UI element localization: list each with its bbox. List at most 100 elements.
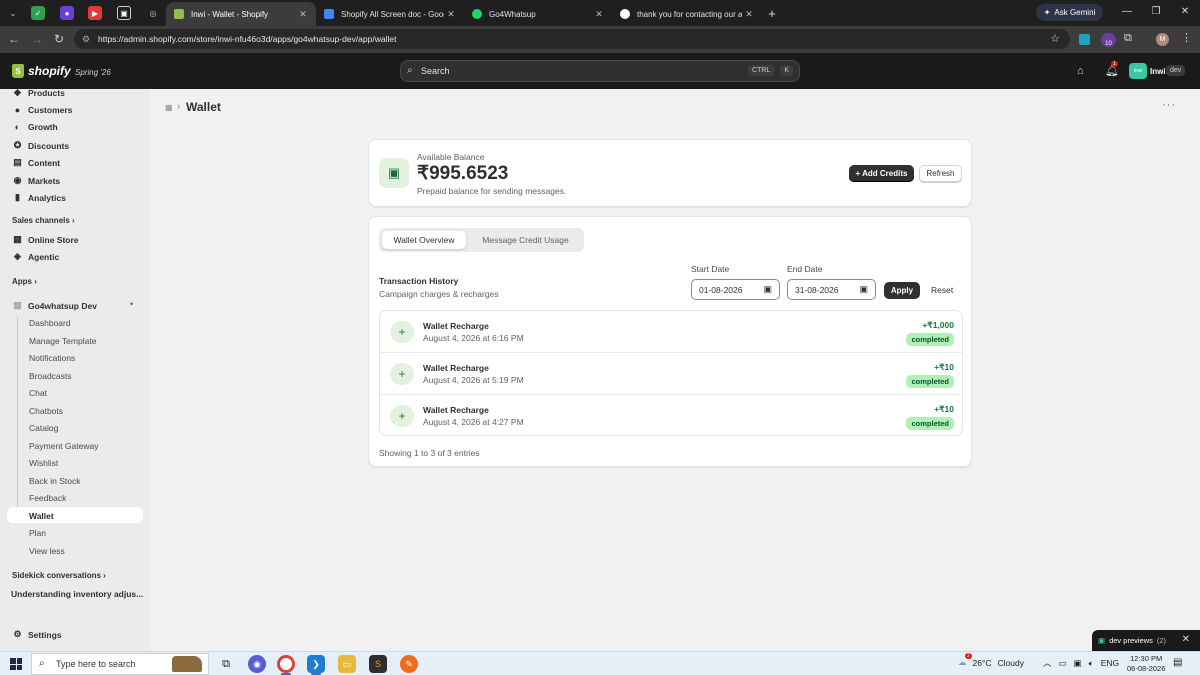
refresh-button[interactable]: Refresh <box>919 165 962 182</box>
add-credits-button[interactable]: + Add Credits <box>849 165 914 182</box>
sidebar-item-payment-gateway[interactable]: Payment Gateway <box>29 441 98 451</box>
tab-google-doc[interactable]: Shopify All Screen doc - Google ✕ <box>316 2 464 26</box>
close-icon[interactable]: ✕ <box>1182 634 1190 645</box>
pinned-tab-purple-icon[interactable]: ● <box>60 6 74 20</box>
sidekick-heading[interactable]: Sidekick conversations › <box>12 571 106 580</box>
windows-start-icon[interactable] <box>10 658 22 670</box>
taskbar-clock[interactable]: 12:30 PM 06-08-2026 <box>1127 654 1165 674</box>
pinned-tab-square-icon[interactable]: ▣ <box>117 6 131 20</box>
dev-previews-bar[interactable]: ▣ dev previews (2) ✕ <box>1092 630 1200 651</box>
end-date-field[interactable]: 31-08-2026 ▣ <box>787 279 876 300</box>
pinned-tab-youtube-icon[interactable]: ▶ <box>88 6 102 20</box>
extension-badge-icon[interactable]: 10 <box>1101 33 1116 47</box>
restore-window-icon[interactable]: ❐ <box>1149 6 1163 17</box>
extension-blue-icon[interactable] <box>1079 34 1090 45</box>
app-sublime-icon[interactable]: S <box>369 655 387 673</box>
sidebar-item-notifications[interactable]: Notifications <box>29 353 75 363</box>
sidebar-item-wallet[interactable]: Wallet <box>29 511 54 521</box>
apps-heading[interactable]: Apps › <box>12 277 37 286</box>
start-date-field[interactable]: 01-08-2026 ▣ <box>691 279 780 300</box>
tray-speaker-icon[interactable]: 🔈︎ <box>1089 658 1094 669</box>
site-info-icon[interactable]: ⚙ <box>82 34 90 44</box>
store-name[interactable]: Inwi <box>1150 67 1166 76</box>
close-tab-icon[interactable]: ✕ <box>742 9 756 20</box>
extensions-puzzle-icon[interactable]: ⧉ <box>1124 32 1132 45</box>
task-view-icon[interactable]: ⧉ <box>217 655 235 673</box>
gear-icon: ⚙ <box>13 629 22 639</box>
pinned-tab-globe-icon[interactable]: ◎ <box>146 6 160 20</box>
sidebar-item-analytics[interactable]: ▮ Analytics <box>12 192 66 203</box>
sidebar-item-view-less[interactable]: View less <box>29 546 65 556</box>
pinned-tab-check-icon[interactable]: ✓ <box>31 6 45 20</box>
sidebar-item-settings[interactable]: ⚙ Settings <box>12 629 61 640</box>
sidebar-item-online-store[interactable]: ▦ Online Store <box>12 234 78 245</box>
app-breadcrumb-icon[interactable]: ▦ <box>165 103 173 112</box>
new-tab-button[interactable]: + <box>765 6 779 21</box>
sidebar-item-chat[interactable]: Chat <box>29 388 47 398</box>
sidebar-item-growth[interactable]: ◐ Growth <box>12 122 58 132</box>
apply-button[interactable]: Apply <box>884 282 920 299</box>
sidebar-item-customers[interactable]: ● Customers <box>12 105 73 115</box>
more-actions-icon[interactable]: ··· <box>1162 99 1176 111</box>
person-icon: ● <box>14 105 21 115</box>
ask-gemini-button[interactable]: ✦ Ask Gemini <box>1036 4 1103 21</box>
active-item-highlight <box>7 507 143 523</box>
search-input[interactable]: ⌕ Search CTRL K <box>400 60 800 82</box>
app-chrome-icon[interactable] <box>277 655 295 673</box>
tab-wallet-overview[interactable]: Wallet Overview <box>382 231 466 249</box>
close-tab-icon[interactable]: ✕ <box>592 9 606 20</box>
calendar-icon[interactable]: ▣ <box>859 284 868 295</box>
store-avatar[interactable]: inwi <box>1129 63 1147 79</box>
calendar-icon[interactable]: ▣ <box>763 284 772 295</box>
tray-network-icon[interactable]: ▣ <box>1074 658 1082 669</box>
sidekick-conversation-item[interactable]: Understanding inventory adjus... <box>11 589 143 599</box>
tray-language[interactable]: ENG <box>1101 658 1119 668</box>
close-tab-icon[interactable]: ✕ <box>296 9 310 20</box>
profile-avatar[interactable]: M <box>1156 33 1169 46</box>
address-bar[interactable]: ⚙ https://admin.shopify.com/store/inwi-n… <box>74 29 1070 49</box>
sidebar-item-plan[interactable]: Plan <box>29 528 46 538</box>
sidebar-item-catalog[interactable]: Catalog <box>29 423 58 433</box>
forward-arrow-icon[interactable]: → <box>30 32 44 46</box>
sidebar-item-chatbots[interactable]: Chatbots <box>29 406 63 416</box>
reset-button[interactable]: Reset <box>931 285 953 295</box>
chrome-menu-icon[interactable]: ⋮ <box>1181 31 1192 44</box>
reload-icon[interactable]: ↻ <box>52 32 66 46</box>
sidebar-item-go4whatsup-dev[interactable]: ▦ Go4whatsup Dev <box>12 300 97 311</box>
tray-chevron-up-icon[interactable]: ︿ <box>1043 657 1052 669</box>
sidebar-item-dashboard[interactable]: Dashboard <box>29 318 71 328</box>
tab-message-credit-usage[interactable]: Message Credit Usage <box>470 231 581 249</box>
sidebar-item-products[interactable]: ◆ Products <box>12 87 65 98</box>
tab-search-chevron-icon[interactable]: ⌄ <box>6 6 20 20</box>
minimize-window-icon[interactable]: — <box>1120 6 1134 17</box>
tray-battery-icon[interactable]: ▭ <box>1059 658 1067 669</box>
app-postman-icon[interactable]: ✎ <box>400 655 418 673</box>
app-vscode-icon[interactable]: ❯ <box>307 655 325 673</box>
close-tab-icon[interactable]: ✕ <box>444 9 458 20</box>
shopify-logo[interactable]: S shopify <box>12 64 71 78</box>
tab-wallet-shopify[interactable]: Inwi - Wallet - Shopify ✕ <box>166 2 316 26</box>
notification-center-icon[interactable]: ▤ <box>1173 657 1182 668</box>
sidebar-item-manage-template[interactable]: Manage Template <box>29 336 96 346</box>
tab-go4whatsup[interactable]: Go4Whatsup ✕ <box>464 2 612 26</box>
sales-channels-heading[interactable]: Sales channels › <box>12 216 75 225</box>
sidebar-item-agentic[interactable]: ◈ Agentic <box>12 251 59 262</box>
sidebar-item-broadcasts[interactable]: Broadcasts <box>29 371 72 381</box>
bookmark-star-icon[interactable]: ☆ <box>1050 32 1060 45</box>
inbox-icon[interactable]: ⌂ <box>1077 65 1084 77</box>
sidebar-item-discounts[interactable]: ✪ Discounts <box>12 140 69 151</box>
close-window-icon[interactable]: ✕ <box>1178 6 1192 17</box>
app-file-explorer-icon[interactable]: ▭ <box>338 655 356 673</box>
sidebar-item-back-in-stock[interactable]: Back in Stock <box>29 476 81 486</box>
sidebar-item-markets[interactable]: ◉ Markets <box>12 175 61 186</box>
page-title: Wallet <box>186 100 221 114</box>
app-more-icon[interactable]: • <box>130 299 133 309</box>
back-arrow-icon[interactable]: ← <box>7 32 21 46</box>
sidebar-item-feedback[interactable]: Feedback <box>29 493 66 503</box>
app-copilot-icon[interactable]: ◉ <box>248 655 266 673</box>
sidebar-item-wishlist[interactable]: Wishlist <box>29 458 58 468</box>
taskbar-search-input[interactable]: ⌕ Type here to search <box>31 653 209 675</box>
tab-google-search[interactable]: thank you for contacting our ap ✕ <box>612 2 762 26</box>
weather-widget[interactable]: ☁ 2 26°C Cloudy <box>958 653 1024 668</box>
sidebar-item-content[interactable]: ▤ Content <box>12 157 60 168</box>
